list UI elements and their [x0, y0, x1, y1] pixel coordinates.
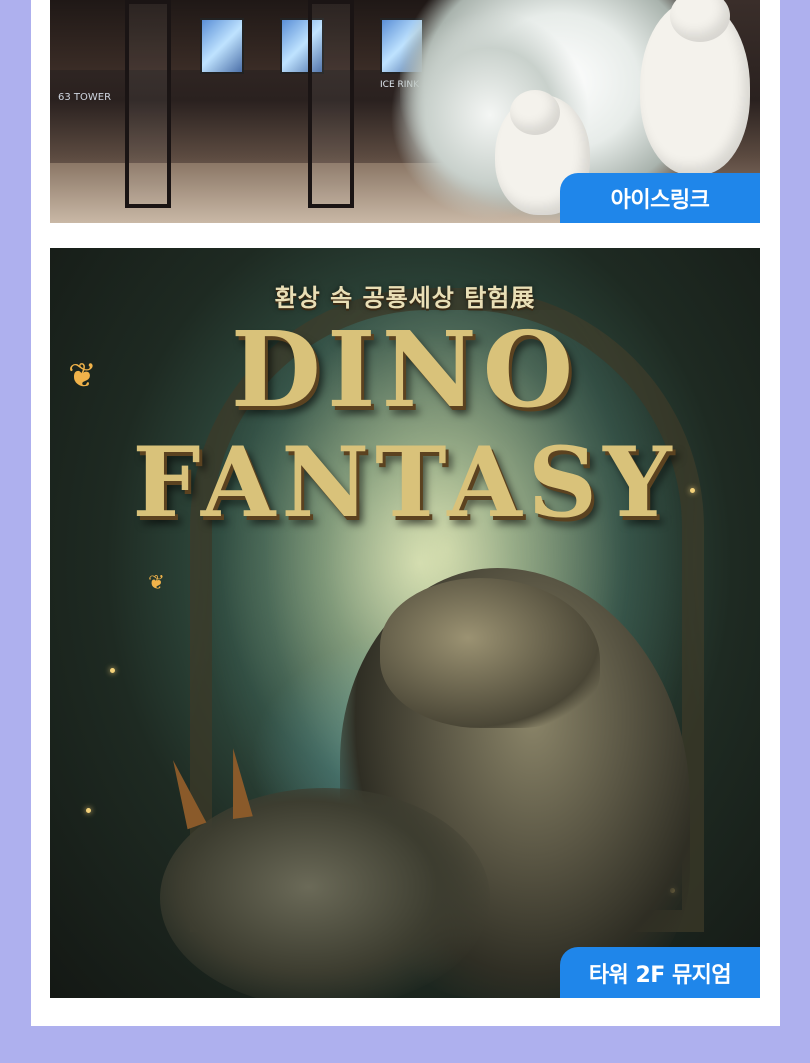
screen — [200, 18, 244, 74]
triceratops-illustration — [160, 788, 490, 998]
butterfly-icon: ❦ — [148, 570, 165, 594]
ice-rink-photo[interactable]: 63 TOWER ICE RINK 아이스링크 — [50, 0, 760, 223]
ice-rink-label-badge: 아이스링크 — [560, 173, 760, 223]
dino-fantasy-poster[interactable]: ❦ ❦ 환상 속 공룡세상 탐험展 DINO FANTASY 타워 2F 뮤지엄 — [50, 248, 760, 998]
poster-title-line2: FANTASY — [132, 426, 678, 539]
poster-title-line1: DINO — [230, 308, 580, 431]
glass-door — [308, 0, 354, 208]
dino-location-badge: 타워 2F 뮤지엄 — [560, 947, 760, 998]
firefly — [110, 668, 115, 673]
firefly — [86, 808, 91, 813]
tower-sign: 63 TOWER — [58, 92, 112, 103]
glass-door — [125, 0, 171, 208]
polar-bear-head — [510, 90, 560, 135]
